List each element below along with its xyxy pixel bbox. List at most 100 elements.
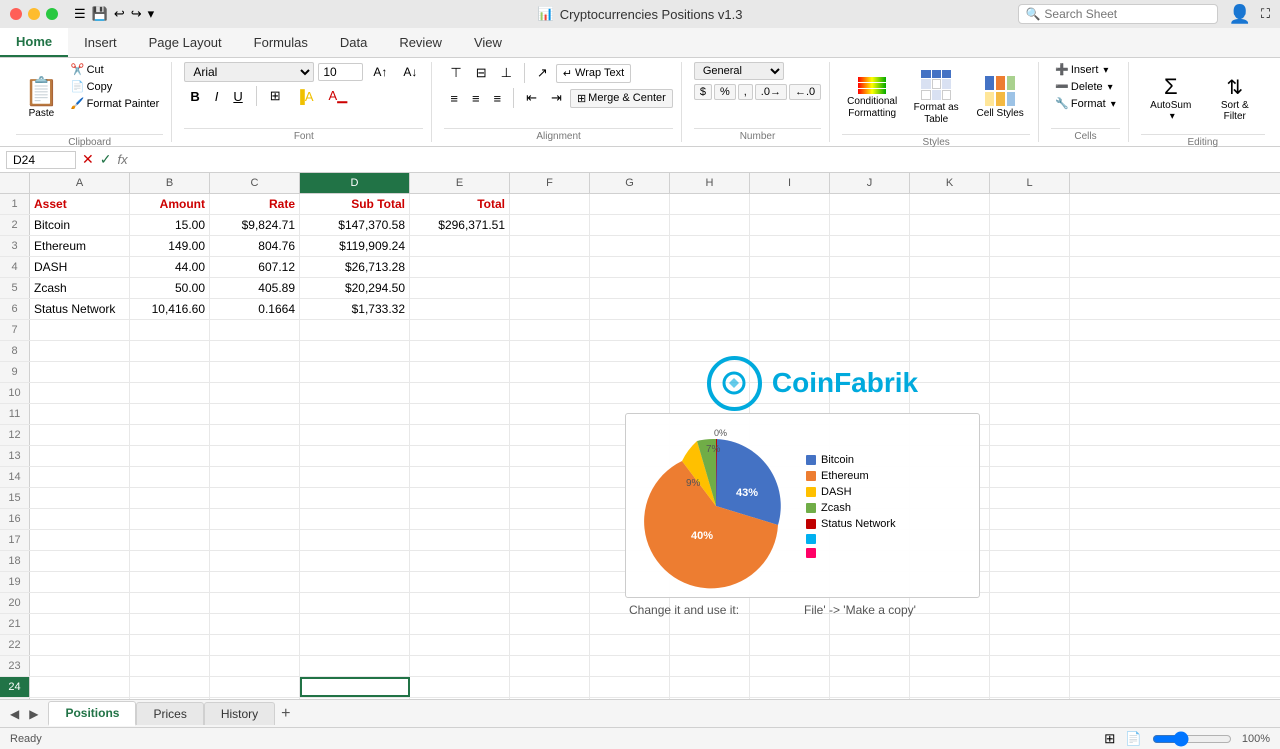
cell[interactable]: [210, 320, 300, 340]
cell[interactable]: [210, 530, 300, 550]
cell[interactable]: Status Network: [30, 299, 130, 319]
cell[interactable]: [510, 236, 590, 256]
cell[interactable]: [300, 509, 410, 529]
cell[interactable]: [130, 488, 210, 508]
cell[interactable]: [990, 677, 1070, 697]
align-right-btn[interactable]: ≡: [488, 88, 508, 109]
indent-left-btn[interactable]: ⇤: [520, 87, 543, 109]
cell[interactable]: [670, 236, 750, 256]
cell[interactable]: [510, 698, 590, 699]
paste-btn[interactable]: 📋 Paste: [16, 62, 67, 134]
cell[interactable]: [300, 341, 410, 361]
cell[interactable]: [210, 467, 300, 487]
cell[interactable]: [300, 383, 410, 403]
cell[interactable]: [410, 299, 510, 319]
cell[interactable]: [510, 677, 590, 697]
cell[interactable]: [830, 299, 910, 319]
cell[interactable]: [750, 278, 830, 298]
cell[interactable]: 15.00: [130, 215, 210, 235]
undo-btn[interactable]: ↩: [114, 6, 125, 22]
cell[interactable]: [590, 656, 670, 676]
cell[interactable]: [410, 341, 510, 361]
cell[interactable]: [910, 677, 990, 697]
tab-view[interactable]: View: [458, 28, 518, 57]
cell[interactable]: [670, 278, 750, 298]
align-left-btn[interactable]: ≡: [444, 88, 464, 109]
cell[interactable]: [30, 635, 130, 655]
cell[interactable]: [750, 215, 830, 235]
cell[interactable]: $26,713.28: [300, 257, 410, 277]
sort-filter-btn[interactable]: ⇅ Sort & Filter: [1205, 62, 1265, 134]
cell[interactable]: $20,294.50: [300, 278, 410, 298]
tab-data[interactable]: Data: [324, 28, 383, 57]
cell[interactable]: [670, 257, 750, 277]
cell[interactable]: [510, 572, 590, 592]
autosum-btn[interactable]: Σ AutoSum: [1141, 62, 1201, 134]
cell[interactable]: [300, 698, 410, 699]
cell[interactable]: [750, 635, 830, 655]
cell[interactable]: [410, 236, 510, 256]
col-header-d[interactable]: D: [300, 173, 410, 193]
align-top-btn[interactable]: ⊤: [444, 62, 467, 84]
cell[interactable]: [410, 320, 510, 340]
cell[interactable]: [830, 215, 910, 235]
cell[interactable]: [510, 635, 590, 655]
col-header-f[interactable]: F: [510, 173, 590, 193]
cell[interactable]: [990, 509, 1070, 529]
cell[interactable]: [750, 236, 830, 256]
cell[interactable]: [130, 656, 210, 676]
font-decrease-btn[interactable]: A↓: [397, 62, 423, 82]
grid-view-btn[interactable]: ⊞: [1104, 731, 1115, 747]
minimize-btn[interactable]: [28, 8, 40, 20]
cell[interactable]: [670, 698, 750, 699]
save-btn[interactable]: 💾: [92, 6, 108, 22]
indent-right-btn[interactable]: ⇥: [545, 87, 568, 109]
cell[interactable]: [830, 278, 910, 298]
cell[interactable]: [670, 194, 750, 214]
cell[interactable]: [300, 488, 410, 508]
cell[interactable]: [300, 656, 410, 676]
cell[interactable]: [210, 551, 300, 571]
cell[interactable]: [510, 530, 590, 550]
cell[interactable]: [410, 656, 510, 676]
cell[interactable]: [410, 362, 510, 382]
col-header-j[interactable]: J: [830, 173, 910, 193]
cell[interactable]: [210, 341, 300, 361]
cell[interactable]: [300, 572, 410, 592]
cell[interactable]: [990, 446, 1070, 466]
cell[interactable]: [410, 467, 510, 487]
cell[interactable]: [510, 614, 590, 634]
cell[interactable]: [910, 215, 990, 235]
cell[interactable]: [990, 425, 1070, 445]
cell[interactable]: [510, 656, 590, 676]
cell[interactable]: [30, 593, 130, 613]
cell[interactable]: [990, 404, 1070, 424]
cell[interactable]: [30, 488, 130, 508]
align-bottom-btn[interactable]: ⊥: [495, 62, 518, 84]
page-view-btn[interactable]: 📄: [1125, 731, 1142, 747]
cell[interactable]: [990, 278, 1070, 298]
cell[interactable]: [590, 698, 670, 699]
search-box[interactable]: 🔍: [1018, 4, 1218, 24]
cell[interactable]: $296,371.51: [410, 215, 510, 235]
cell[interactable]: [30, 572, 130, 592]
cell[interactable]: [750, 656, 830, 676]
cell[interactable]: [410, 404, 510, 424]
cell[interactable]: 149.00: [130, 236, 210, 256]
border-btn[interactable]: ⊞: [264, 85, 287, 107]
cell[interactable]: [210, 383, 300, 403]
cell[interactable]: 0.1664: [210, 299, 300, 319]
cell[interactable]: 10,416.60: [130, 299, 210, 319]
cell[interactable]: [130, 677, 210, 697]
cell[interactable]: [670, 320, 750, 340]
cell[interactable]: [590, 278, 670, 298]
cell[interactable]: [30, 467, 130, 487]
cell[interactable]: [210, 593, 300, 613]
font-family-select[interactable]: Arial: [184, 62, 314, 82]
cell[interactable]: [130, 341, 210, 361]
cell[interactable]: [130, 446, 210, 466]
cell[interactable]: [830, 635, 910, 655]
cell[interactable]: [410, 530, 510, 550]
cell[interactable]: 607.12: [210, 257, 300, 277]
cell[interactable]: [750, 194, 830, 214]
